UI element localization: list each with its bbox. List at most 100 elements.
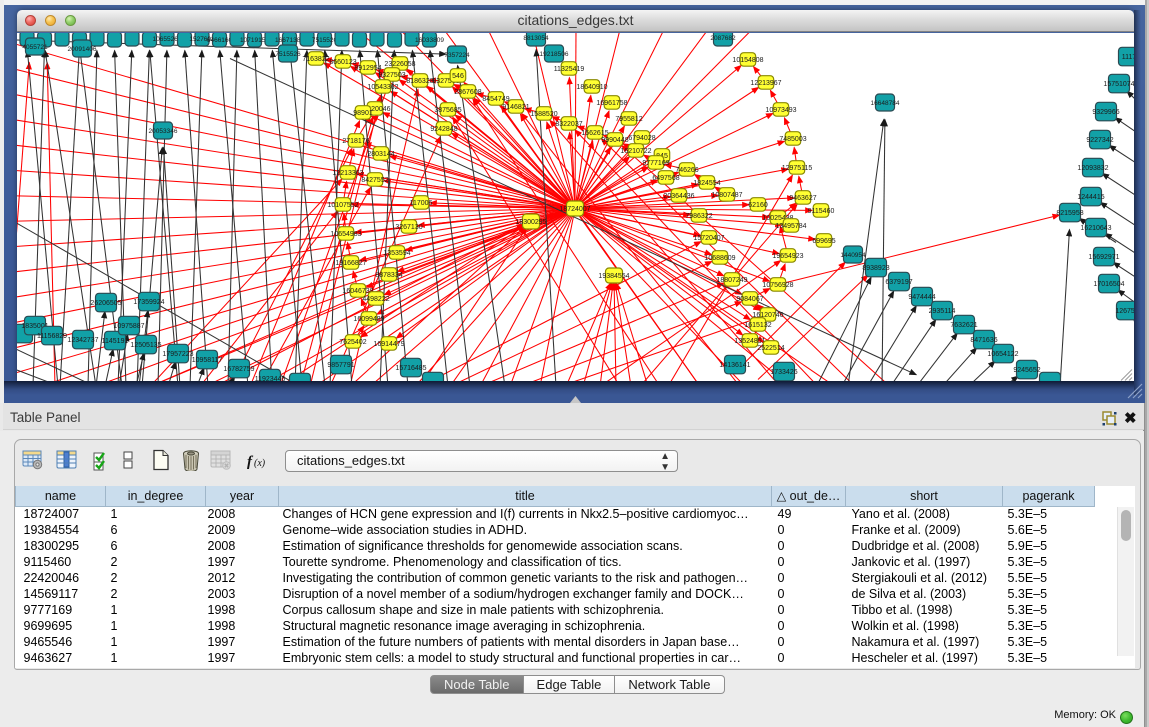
svg-text:12505135: 12505135 <box>130 342 161 349</box>
svg-text:2522514: 2522514 <box>757 345 784 352</box>
svg-text:8454749: 8454749 <box>482 96 509 103</box>
svg-text:8186328: 8186328 <box>406 78 433 85</box>
svg-text:10975887: 10975887 <box>113 323 144 330</box>
svg-text:13495784: 13495784 <box>775 223 806 230</box>
svg-text:9245652: 9245652 <box>1013 367 1040 374</box>
svg-text:23226058: 23226058 <box>384 61 415 68</box>
svg-text:746266: 746266 <box>675 167 698 174</box>
svg-text:14136141: 14136141 <box>719 362 750 369</box>
svg-text:1440954: 1440954 <box>840 252 866 259</box>
svg-text:10154808: 10154808 <box>732 57 763 64</box>
svg-text:15751074: 15751074 <box>1103 81 1134 88</box>
svg-text:f: f <box>247 454 254 470</box>
svg-text:19654923: 19654923 <box>772 253 803 260</box>
svg-text:8322037: 8322037 <box>555 121 582 128</box>
svg-text:699695: 699695 <box>812 238 835 245</box>
svg-text:8813054: 8813054 <box>523 35 549 42</box>
svg-text:12093832: 12093832 <box>1077 165 1108 172</box>
svg-text:9463627: 9463627 <box>789 195 816 202</box>
svg-text:126753: 126753 <box>1115 308 1134 315</box>
svg-text:16099489: 16099489 <box>353 316 384 323</box>
svg-text:2087682: 2087682 <box>710 35 736 42</box>
svg-text:15692971: 15692971 <box>1088 254 1119 261</box>
svg-text:17016504: 17016504 <box>1093 281 1124 288</box>
svg-text:20091406: 20091406 <box>68 46 97 53</box>
svg-text:18807249: 18807249 <box>716 277 747 284</box>
svg-text:546: 546 <box>452 73 464 80</box>
svg-text:9777169: 9777169 <box>642 160 669 167</box>
svg-text:9242848: 9242848 <box>430 126 457 133</box>
svg-text:9327503: 9327503 <box>378 72 405 79</box>
svg-text:2803144: 2803144 <box>367 151 394 158</box>
svg-text:62160: 62160 <box>748 202 768 209</box>
svg-text:12213967: 12213967 <box>750 80 781 87</box>
svg-text:1824554: 1824554 <box>693 180 720 187</box>
svg-text:10654122: 10654122 <box>987 351 1018 358</box>
svg-text:7986322: 7986322 <box>685 213 712 220</box>
svg-text:17957223: 17957223 <box>162 351 193 358</box>
svg-text:1244415: 1244415 <box>1077 194 1104 201</box>
svg-text:117006: 117006 <box>410 200 433 207</box>
svg-text:16033809: 16033809 <box>415 37 444 44</box>
svg-text:18640910: 18640910 <box>576 84 607 91</box>
svg-text:20053346: 20053346 <box>149 128 178 135</box>
svg-text:98901: 98901 <box>353 110 373 117</box>
svg-text:16210643: 16210643 <box>1080 225 1111 232</box>
svg-text:26206505: 26206505 <box>90 300 121 307</box>
svg-text:8660123: 8660123 <box>329 59 356 66</box>
svg-text:6466160: 6466160 <box>207 37 233 44</box>
svg-text:2867608: 2867608 <box>454 89 481 96</box>
svg-text:10543362: 10543362 <box>367 84 398 91</box>
svg-text:10654983: 10654983 <box>330 231 361 238</box>
svg-text:16782759: 16782759 <box>223 366 254 373</box>
svg-text:6497568: 6497568 <box>652 175 679 182</box>
svg-text:10807487: 10807487 <box>711 192 742 199</box>
svg-text:9990448: 9990448 <box>601 137 628 144</box>
svg-text:10756928: 10756928 <box>762 282 793 289</box>
svg-text:8912954: 8912954 <box>354 65 381 72</box>
svg-text:9115460: 9115460 <box>808 208 835 215</box>
svg-text:7485003: 7485003 <box>779 136 806 143</box>
svg-text:3267130: 3267130 <box>395 224 422 231</box>
svg-text:15716485: 15716485 <box>395 365 426 372</box>
svg-text:1733426: 1733426 <box>770 369 797 376</box>
svg-text:4498222: 4498222 <box>362 296 389 303</box>
svg-text:18724007: 18724007 <box>559 206 590 213</box>
svg-text:4055721: 4055721 <box>22 44 48 51</box>
svg-text:3875685: 3875685 <box>434 107 461 114</box>
svg-text:10107552: 10107552 <box>327 202 358 209</box>
svg-text:6794028: 6794028 <box>628 135 655 142</box>
svg-text:10973493: 10973493 <box>765 107 796 114</box>
svg-text:9857791: 9857791 <box>327 362 354 369</box>
svg-text:19166827: 19166827 <box>335 260 366 267</box>
svg-text:16648784: 16648784 <box>871 100 900 107</box>
svg-text:16914479: 16914479 <box>373 341 404 348</box>
svg-text:8215958: 8215958 <box>1056 210 1083 217</box>
svg-text:7955812: 7955812 <box>615 116 642 123</box>
svg-text:6379197: 6379197 <box>885 279 912 286</box>
svg-text:19384554: 19384554 <box>598 273 629 280</box>
svg-text:9146821: 9146821 <box>502 104 529 111</box>
svg-text:2718176: 2718176 <box>342 138 369 145</box>
svg-text:2935114: 2935114 <box>929 308 956 315</box>
svg-text:1145191: 1145191 <box>102 338 129 345</box>
svg-text:13524851: 13524851 <box>734 338 765 345</box>
svg-text:8427552: 8427552 <box>361 177 388 184</box>
svg-text:1588520: 1588520 <box>530 111 557 118</box>
svg-text:7357224: 7357224 <box>444 52 470 59</box>
svg-text:9474444: 9474444 <box>908 294 935 301</box>
svg-text:11156829: 11156829 <box>37 333 67 340</box>
svg-text:9329966: 9329966 <box>1092 109 1119 116</box>
svg-text:7625402: 7625402 <box>339 339 366 346</box>
svg-text:12975115: 12975115 <box>782 165 813 172</box>
svg-text:8471636: 8471636 <box>970 337 997 344</box>
svg-text:11325419: 11325419 <box>554 66 585 73</box>
svg-text:17359924: 17359924 <box>133 299 164 306</box>
svg-text:10688609: 10688609 <box>704 255 735 262</box>
svg-text:9227342: 9227342 <box>1086 137 1113 144</box>
svg-text:8938923: 8938923 <box>862 265 889 272</box>
svg-text:1615132: 1615132 <box>744 322 771 329</box>
svg-text:20364436: 20364436 <box>663 193 694 200</box>
svg-text:16961758: 16961758 <box>596 100 627 107</box>
svg-text:12213363: 12213363 <box>332 170 363 177</box>
